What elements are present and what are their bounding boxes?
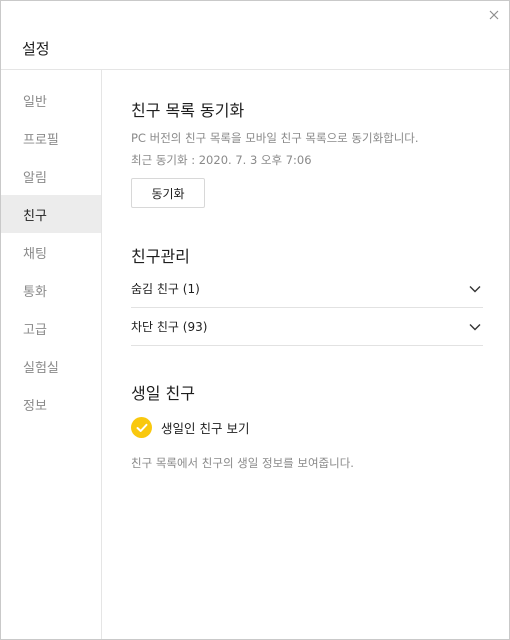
birthday-friends-title: 생일 친구 (131, 384, 195, 403)
birthday-description: 친구 목록에서 친구의 생일 정보를 보여줍니다. (131, 456, 354, 470)
sidebar-item-chat[interactable]: 채팅 (1, 233, 101, 271)
sidebar-item-label: 프로필 (23, 132, 59, 148)
sidebar: 일반 프로필 알림 친구 채팅 통화 고급 실험실 정보 (1, 70, 102, 639)
sidebar-item-label: 정보 (23, 398, 47, 414)
settings-window: 설정 일반 프로필 알림 친구 채팅 통화 고급 실험실 정보 친구 목록 동기… (0, 0, 510, 640)
hidden-friends-label: 숨김 친구 (1) (131, 282, 200, 296)
sidebar-item-notifications[interactable]: 알림 (1, 157, 101, 195)
sidebar-item-advanced[interactable]: 고급 (1, 309, 101, 347)
check-icon (131, 417, 152, 438)
hidden-friends-row[interactable]: 숨김 친구 (1) (131, 270, 483, 308)
friend-sync-description: PC 버전의 친구 목록을 모바일 친구 목록으로 동기화합니다. (131, 131, 419, 145)
sidebar-item-label: 실험실 (23, 360, 59, 376)
blocked-friends-label: 차단 친구 (93) (131, 320, 208, 334)
close-button[interactable] (485, 6, 503, 24)
sidebar-item-label: 알림 (23, 170, 47, 186)
sidebar-item-label: 고급 (23, 322, 47, 338)
sidebar-item-call[interactable]: 통화 (1, 271, 101, 309)
sidebar-item-labs[interactable]: 실험실 (1, 347, 101, 385)
chevron-down-icon (468, 282, 482, 296)
window-title: 설정 (22, 40, 50, 58)
sidebar-item-label: 친구 (23, 208, 47, 224)
sync-button[interactable]: 동기화 (131, 178, 205, 208)
sidebar-item-info[interactable]: 정보 (1, 385, 101, 423)
sidebar-item-general[interactable]: 일반 (1, 81, 101, 119)
friend-sync-title: 친구 목록 동기화 (131, 101, 245, 120)
sidebar-item-friends[interactable]: 친구 (1, 195, 101, 233)
sidebar-item-label: 일반 (23, 94, 47, 110)
blocked-friends-row[interactable]: 차단 친구 (93) (131, 308, 483, 346)
show-birthday-friends-checkbox[interactable]: 생일인 친구 보기 (131, 417, 249, 438)
sidebar-item-profile[interactable]: 프로필 (1, 119, 101, 157)
show-birthday-friends-label: 생일인 친구 보기 (161, 421, 250, 436)
sidebar-item-label: 채팅 (23, 246, 47, 262)
sidebar-item-label: 통화 (23, 284, 47, 300)
last-sync-text: 최근 동기화 : 2020. 7. 3 오후 7:06 (131, 153, 312, 167)
friend-manage-title: 친구관리 (131, 247, 190, 266)
chevron-down-icon (468, 320, 482, 334)
close-icon (489, 10, 499, 20)
